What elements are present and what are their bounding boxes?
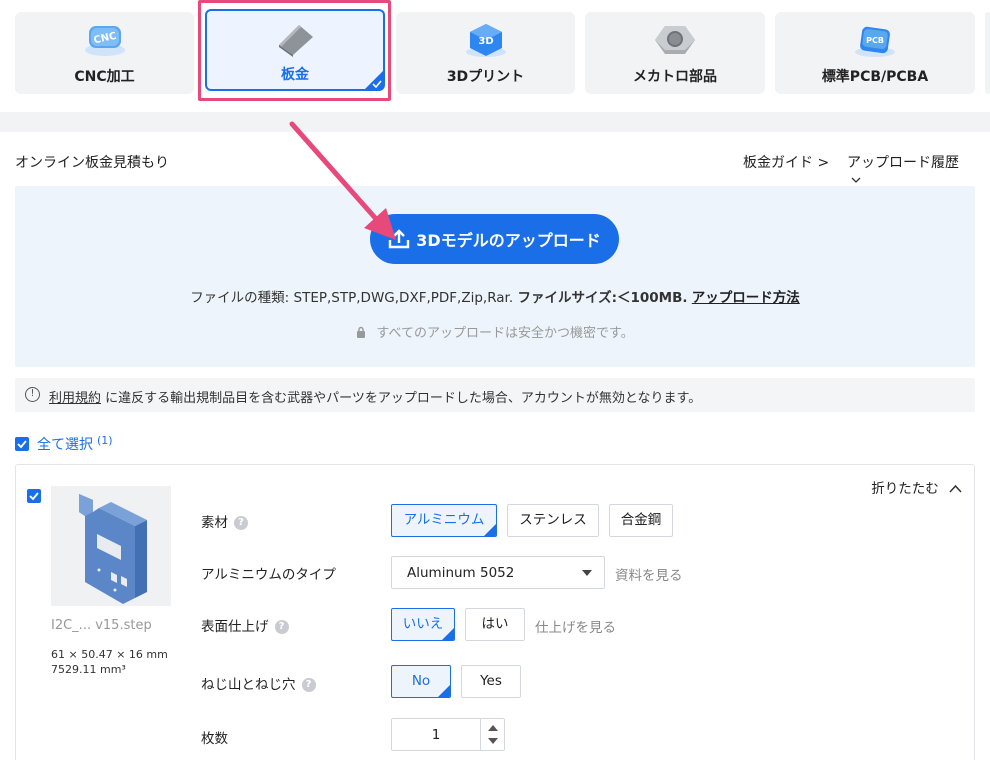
select-all-label: 全て選択 [37,437,93,453]
material-option-stainless[interactable]: ステンレス [507,504,599,537]
service-card-overflow [985,12,990,94]
aluminum-type-select[interactable]: Aluminum 5052 [391,556,605,589]
svg-text:3D: 3D [478,36,493,47]
select-all-checkbox[interactable]: 全て選択 (1) [15,434,113,454]
cnc-icon: CNC [81,20,129,60]
service-card-3d-print[interactable]: 3D 3Dプリント [396,12,575,94]
upload-method-link[interactable]: アップロード方法 [692,290,800,306]
checkbox-checked-icon[interactable] [15,437,29,451]
export-control-notice: ! 利用規約 に違反する輸出規制品目を含む武器やパーツをアップロードした場合、ア… [15,378,975,412]
notice-body: に違反する輸出規制品目を含む武器やパーツをアップロードした場合、アカウントが無効… [101,391,702,406]
nut-icon [651,20,699,60]
service-card-cnc[interactable]: CNC CNC加工 [15,12,194,94]
part-thumbnail[interactable] [51,486,171,606]
part-checkbox[interactable] [27,489,41,503]
upload-button-label: 3Dモデルのアップロード [416,231,601,250]
surface-finish-label-text: 表面仕上げ [201,619,269,635]
annotation-highlight-box [198,0,391,101]
material-option-alloy-steel[interactable]: 合金鋼 [609,504,673,537]
info-exclamation-icon: ! [25,387,40,402]
collapse-label: 折りたたむ [871,481,939,497]
service-card-pcb[interactable]: PCB 標準PCB/PCBA [775,12,975,94]
threads-option-yes[interactable]: Yes [461,665,521,698]
security-note: すべてのアップロードは安全かつ機密です。 [15,322,975,341]
service-label: 標準PCB/PCBA [821,69,929,85]
service-label: 3Dプリント [446,69,525,85]
help-icon[interactable]: ? [301,678,316,692]
selected-check-icon [438,685,450,697]
pcb-icon: PCB [851,20,899,60]
terms-of-use-link[interactable]: 利用規約 [49,391,101,406]
material-label-text: 素材 [201,515,228,531]
3d-print-icon: 3D [462,20,510,60]
file-size-text: ファイルサイズ:＜100MB. [517,290,688,306]
upload-history-dropdown[interactable]: アップロード履歴 [847,152,975,188]
divider-band [0,112,990,132]
quantity-value[interactable]: 1 [392,727,480,743]
selected-check-icon [442,628,454,640]
aluminum-type-value: Aluminum 5052 [407,565,515,581]
upload-dropzone[interactable]: 3Dモデルのアップロード ファイルの種類: STEP,STP,DWG,DXF,P… [15,186,975,367]
increment-arrow-icon[interactable] [488,725,498,731]
view-finishes-link[interactable]: 仕上げを見る [535,616,616,636]
dropdown-arrow-icon [582,570,592,576]
select-all-count: (1) [97,434,113,447]
lock-icon [357,326,366,338]
view-materials-link[interactable]: 資料を見る [615,564,683,584]
chevron-up-icon [949,484,962,493]
stepper-buttons [480,719,504,750]
collapse-toggle[interactable]: 折りたたむ [871,477,962,497]
upload-history-label: アップロード履歴 [847,155,959,171]
part-config-panel: I2C_... v15.step 61 × 50.47 × 16 mm 7529… [15,464,975,760]
notice-text: 利用規約 に違反する輸出規制品目を含む武器やパーツをアップロードした場合、アカウ… [49,387,701,406]
service-label: メカトロ部品 [633,69,717,85]
option-label: アルミニウム [403,512,485,528]
quantity-label: 枚数 [201,731,228,747]
part-size: 61 × 50.47 × 16 mm [51,648,168,661]
file-requirements: ファイルの種類: STEP,STP,DWG,DXF,PDF,Zip,Rar. フ… [15,286,975,306]
svg-text:PCB: PCB [866,36,884,45]
threads-label-text: ねじ山とねじ穴 [201,677,296,693]
sheet-metal-guide-link[interactable]: 板金ガイド > [743,152,829,172]
upload-3d-model-button[interactable]: 3Dモデルのアップロード [370,214,619,264]
section-header: オンライン板金見積もり 板金ガイド > アップロード履歴 [15,150,975,183]
part-dimensions: 61 × 50.47 × 16 mm 7529.11 mm³ [51,647,168,677]
finish-option-no[interactable]: いいえ [391,608,455,641]
threads-option-no[interactable]: No [391,665,451,698]
help-icon[interactable]: ? [274,620,289,634]
service-card-mechatronics[interactable]: メカトロ部品 [585,12,765,94]
decrement-arrow-icon[interactable] [488,738,498,744]
aluminum-type-label: アルミニウムのタイプ [201,567,336,583]
service-label: CNC加工 [74,69,135,85]
option-label: No [411,673,431,689]
selected-check-icon [484,524,496,536]
finish-option-yes[interactable]: はい [465,608,525,641]
option-label: いいえ [402,616,444,632]
security-note-text: すべてのアップロードは安全かつ機密です。 [376,326,634,341]
surface-finish-label: 表面仕上げ? [201,615,289,635]
part-file-name: I2C_... v15.step [51,618,152,633]
threads-label: ねじ山とねじ穴? [201,673,316,693]
material-label: 素材? [201,511,248,531]
quantity-stepper[interactable]: 1 [391,718,505,751]
page-title: オンライン板金見積もり [15,155,169,171]
chevron-down-icon [851,177,861,183]
file-types-text: ファイルの種類: STEP,STP,DWG,DXF,PDF,Zip,Rar. [190,290,514,306]
upload-icon [389,229,410,249]
help-icon[interactable]: ? [234,516,248,530]
service-selector: CNC CNC加工 板金 3D 3Dプリント メカトロ部品 PCB 標準PCB/… [0,0,990,112]
material-option-aluminum[interactable]: アルミニウム [391,504,497,537]
part-volume: 7529.11 mm³ [51,663,126,676]
